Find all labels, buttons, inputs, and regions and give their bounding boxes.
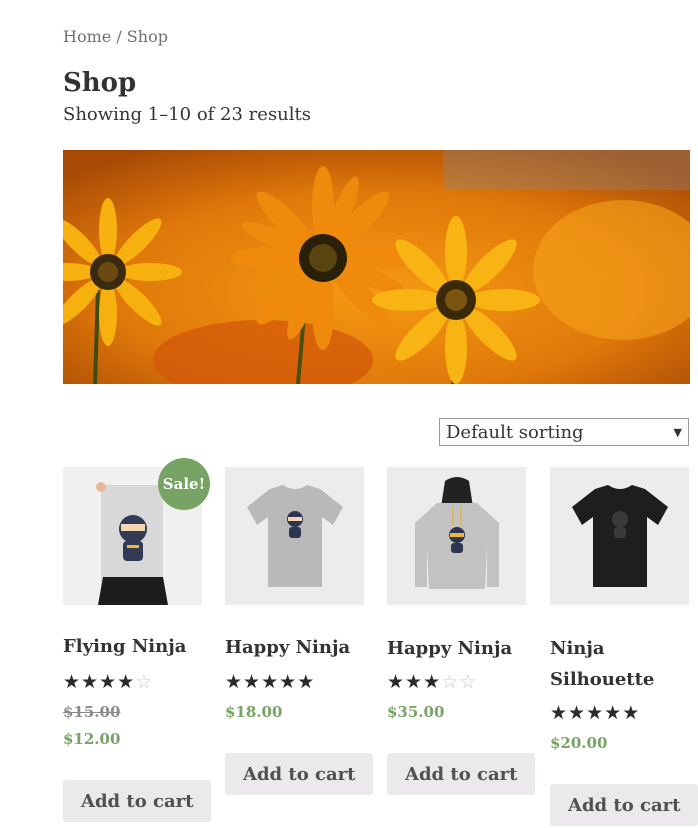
product-title[interactable]: Happy Ninja bbox=[225, 632, 375, 663]
star-filled-icon: ★ bbox=[243, 671, 261, 693]
grey-tshirt-image bbox=[225, 467, 364, 605]
product-card-ninja-silhouette: Ninja Silhouette ★ ★ ★ ★ ★ $20.00 Add to car… bbox=[550, 467, 698, 826]
page-title: Shop bbox=[63, 68, 137, 98]
product-price: $35.00 bbox=[387, 703, 445, 721]
product-card-happy-ninja-hoodie: Happy Ninja ★ ★ ★ ☆ ☆ $35.00 Add to cart bbox=[387, 467, 536, 795]
breadcrumb-current: Shop bbox=[126, 27, 168, 46]
star-filled-icon: ★ bbox=[568, 702, 586, 724]
product-image[interactable] bbox=[225, 467, 364, 605]
sorting-select[interactable]: Default sorting ▼ bbox=[439, 418, 689, 446]
product-title[interactable]: Flying Ninja bbox=[63, 631, 213, 662]
sale-price: $12.00 bbox=[63, 730, 121, 748]
product-title[interactable]: Ninja Silhouette bbox=[550, 633, 695, 695]
product-title[interactable]: Happy Ninja bbox=[387, 633, 537, 664]
product-price: $20.00 bbox=[550, 734, 608, 752]
star-filled-icon: ★ bbox=[261, 671, 279, 693]
breadcrumb: Home / Shop bbox=[63, 27, 168, 46]
rating-stars-4: ★ ★ ★ ★ ☆ bbox=[63, 671, 152, 693]
star-filled-icon: ★ bbox=[604, 702, 622, 724]
star-filled-icon: ★ bbox=[63, 671, 81, 693]
result-count: Showing 1–10 of 23 results bbox=[63, 104, 312, 125]
star-filled-icon: ★ bbox=[387, 671, 405, 693]
add-to-cart-button[interactable]: Add to cart bbox=[63, 780, 212, 822]
product-image[interactable] bbox=[550, 467, 689, 605]
star-filled-icon: ★ bbox=[279, 671, 297, 693]
add-to-cart-button[interactable]: Add to cart bbox=[225, 753, 374, 795]
star-empty-icon: ☆ bbox=[135, 671, 153, 693]
sorting-selected-value: Default sorting bbox=[446, 421, 584, 443]
flowers-illustration bbox=[63, 150, 690, 384]
star-empty-icon: ☆ bbox=[441, 671, 459, 693]
breadcrumb-separator: / bbox=[111, 27, 127, 46]
add-to-cart-button[interactable]: Add to cart bbox=[550, 784, 698, 826]
star-filled-icon: ★ bbox=[586, 702, 604, 724]
star-filled-icon: ★ bbox=[225, 671, 243, 693]
star-filled-icon: ★ bbox=[297, 671, 315, 693]
rating-stars-3: ★ ★ ★ ☆ ☆ bbox=[387, 671, 476, 693]
rating-stars-5: ★ ★ ★ ★ ★ bbox=[225, 671, 314, 693]
star-empty-icon: ☆ bbox=[459, 671, 477, 693]
star-filled-icon: ★ bbox=[99, 671, 117, 693]
breadcrumb-home-link[interactable]: Home bbox=[63, 27, 111, 46]
shop-banner-image bbox=[63, 150, 690, 384]
star-filled-icon: ★ bbox=[622, 702, 640, 724]
sale-badge: Sale! bbox=[158, 458, 210, 510]
chevron-down-icon: ▼ bbox=[673, 425, 682, 439]
star-filled-icon: ★ bbox=[117, 671, 135, 693]
product-card-happy-ninja-tshirt: Happy Ninja ★ ★ ★ ★ ★ $18.00 Add to cart bbox=[225, 467, 374, 795]
rating-stars-5: ★ ★ ★ ★ ★ bbox=[550, 702, 639, 724]
add-to-cart-button[interactable]: Add to cart bbox=[387, 753, 536, 795]
product-price: $18.00 bbox=[225, 703, 283, 721]
product-image[interactable] bbox=[387, 467, 526, 605]
star-filled-icon: ★ bbox=[405, 671, 423, 693]
product-card-flying-ninja: Sale! Flying Ninja ★ ★ ★ ★ ☆ $15.00 $12.00 A… bbox=[63, 458, 212, 822]
star-filled-icon: ★ bbox=[81, 671, 99, 693]
black-tshirt-image bbox=[550, 467, 689, 605]
grey-hoodie-image bbox=[387, 467, 526, 605]
regular-price: $15.00 bbox=[63, 703, 121, 721]
star-filled-icon: ★ bbox=[550, 702, 568, 724]
star-filled-icon: ★ bbox=[423, 671, 441, 693]
